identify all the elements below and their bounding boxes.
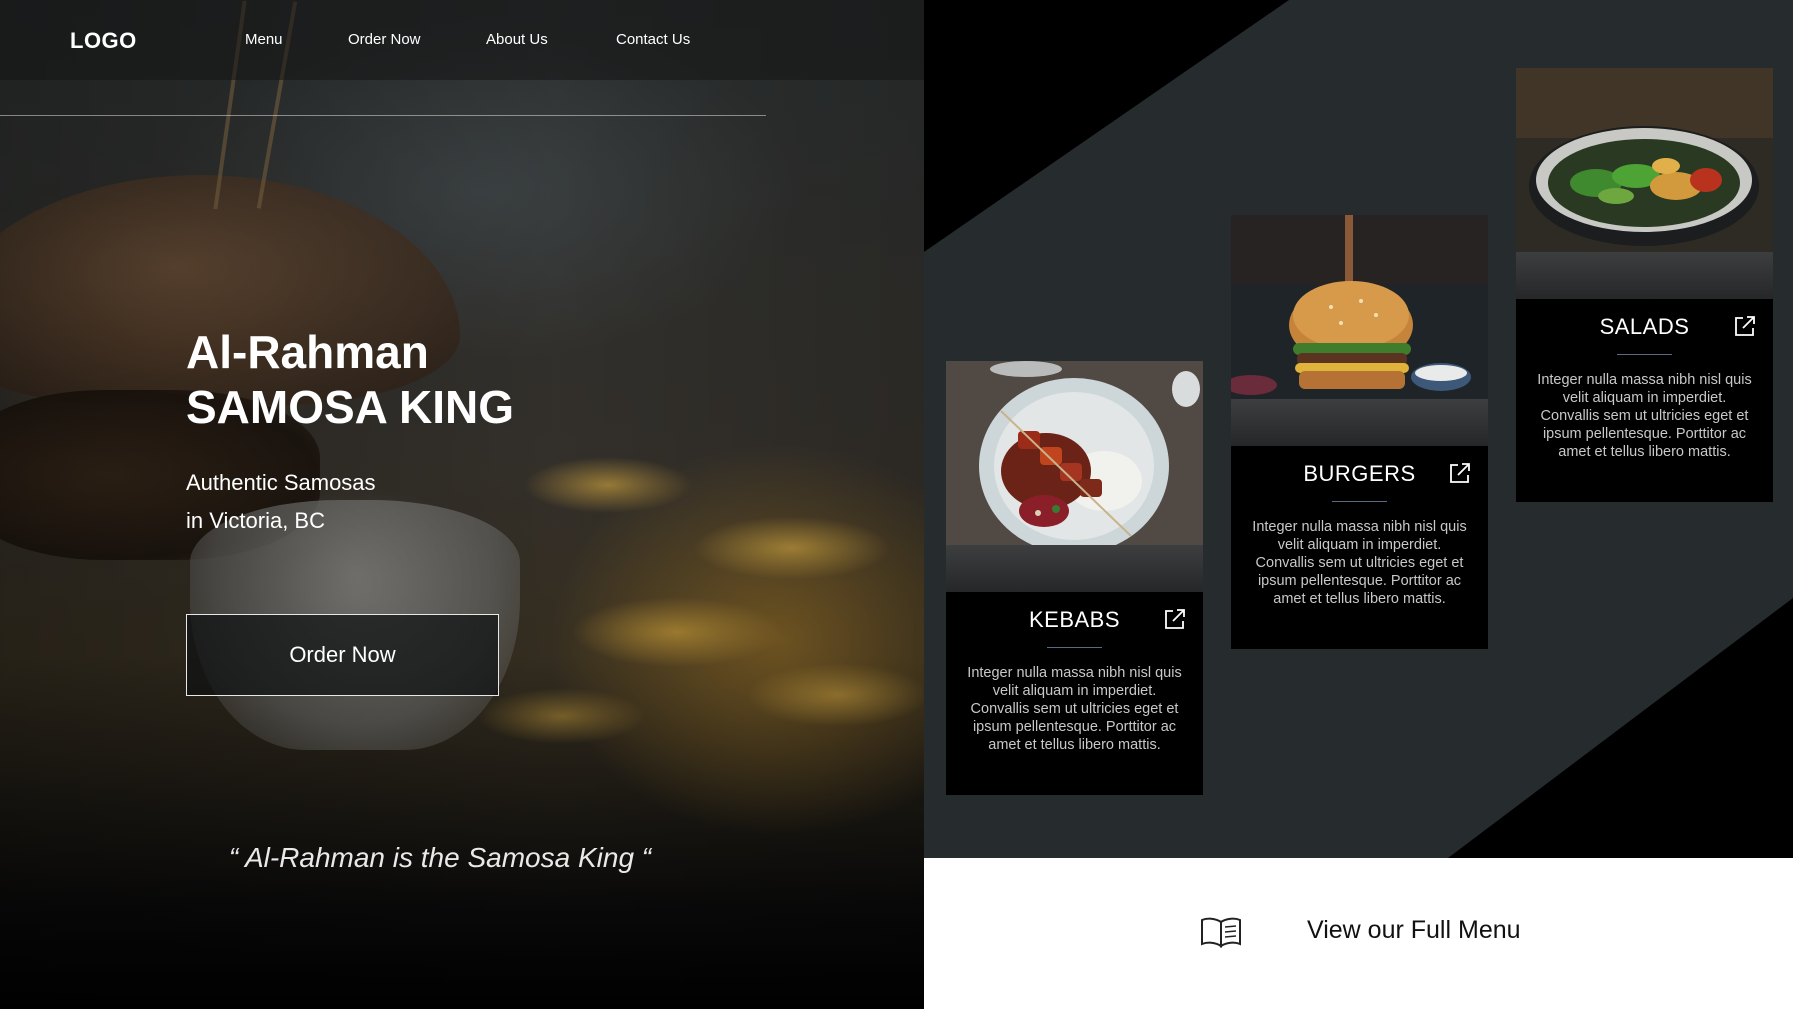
card-divider <box>1617 354 1672 355</box>
card-divider <box>1332 501 1387 502</box>
kebabs-image-fade <box>946 545 1203 592</box>
kebabs-photo <box>946 361 1203 545</box>
hero-quote: “ Al-Rahman is the Samosa King “ <box>228 842 652 873</box>
salads-image-fade <box>1516 252 1773 299</box>
burgers-image <box>1231 215 1488 399</box>
card-divider <box>1047 647 1102 648</box>
top-navbar: LOGO Menu Order Now About Us Contact Us <box>0 0 924 80</box>
card-description-burgers: Integer nulla massa nibh nisl quis velit… <box>1252 519 1467 607</box>
card-description-salads: Integer nulla massa nibh nisl quis velit… <box>1537 372 1752 460</box>
nav-divider <box>0 115 766 116</box>
hero-title-line2: SAMOSA KING <box>186 381 514 433</box>
hero-subtitle-line1: Authentic Samosas <box>186 470 376 495</box>
salads-photo <box>1516 68 1773 252</box>
external-link-icon[interactable] <box>1163 607 1187 631</box>
external-link-icon[interactable] <box>1733 314 1757 338</box>
nav-link-order-now[interactable]: Order Now <box>348 31 421 48</box>
salads-image <box>1516 68 1773 252</box>
burgers-photo <box>1231 215 1488 399</box>
card-description-kebabs: Integer nulla massa nibh nisl quis velit… <box>967 665 1182 753</box>
view-full-menu-link[interactable]: View our Full Menu <box>1307 916 1521 945</box>
category-card-salads[interactable]: SALADS Integer nulla massa nibh nisl qui… <box>1516 68 1773 502</box>
order-now-button[interactable]: Order Now <box>186 614 499 696</box>
menu-categories-panel: KEBABS Integer nulla massa nibh nisl qui… <box>924 0 1793 858</box>
open-book-icon[interactable] <box>1200 916 1242 948</box>
category-card-kebabs[interactable]: KEBABS Integer nulla massa nibh nisl qui… <box>946 361 1203 795</box>
kebabs-image <box>946 361 1203 545</box>
hero-title-line1: Al-Rahman <box>186 326 429 378</box>
site-logo[interactable]: LOGO <box>70 28 137 54</box>
hero-subtitle: Authentic Samosas in Victoria, BC <box>186 464 376 540</box>
hero-title: Al-Rahman SAMOSA KING <box>186 325 514 435</box>
external-link-icon[interactable] <box>1448 461 1472 485</box>
burgers-image-fade <box>1231 399 1488 446</box>
hero-subtitle-line2: in Victoria, BC <box>186 508 325 533</box>
full-menu-section: View our Full Menu <box>924 858 1793 1009</box>
category-card-burgers[interactable]: BURGERS Integer nulla massa nibh nisl qu… <box>1231 215 1488 649</box>
nav-link-contact-us[interactable]: Contact Us <box>616 31 690 48</box>
nav-link-about-us[interactable]: About Us <box>486 31 548 48</box>
hero-section: LOGO Menu Order Now About Us Contact Us … <box>0 0 924 1009</box>
nav-link-menu[interactable]: Menu <box>245 31 283 48</box>
